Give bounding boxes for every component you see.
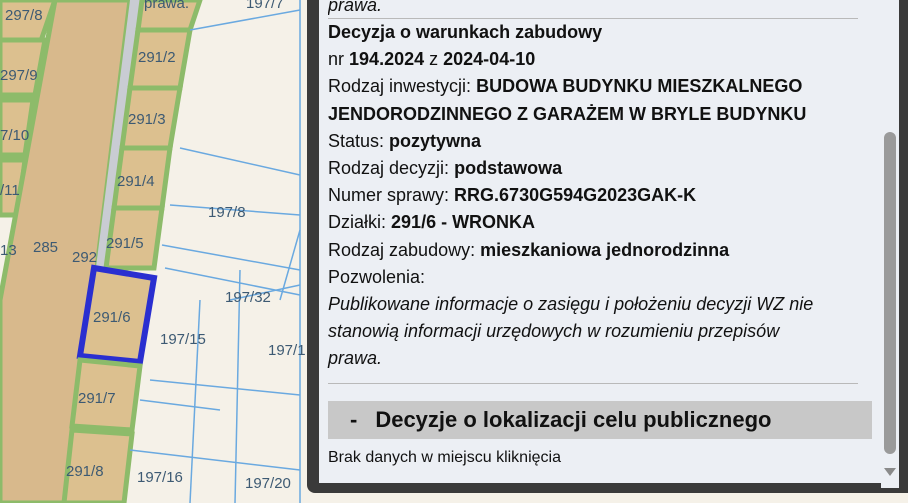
parcel-label: 291/8: [66, 463, 104, 480]
case-number: Numer sprawy: RRG.6730G594G2023GAK-K: [328, 182, 858, 209]
popup-scrollbar[interactable]: [881, 0, 899, 488]
investment-label: Rodzaj inwestycji:: [328, 76, 472, 97]
parcel-label: 197/7: [246, 0, 284, 12]
decision-type-label: Rodzaj decyzji:: [328, 158, 450, 179]
scroll-down-arrow-icon[interactable]: [884, 468, 896, 476]
parcel-label: 197/1: [268, 342, 306, 359]
decision-type: Rodzaj decyzji: podstawowa: [328, 155, 858, 182]
info-popup: prawa. Decyzja o warunkach zabudowy nr 1…: [307, 0, 908, 493]
investment-value: BUDOWA BUDYNKU MIESZKALNEGO: [476, 76, 803, 97]
z-label: z: [429, 49, 439, 70]
parcel-label: 291/7: [78, 390, 116, 407]
parcel-label: 291/5: [106, 235, 144, 252]
section-toggle-public-purpose[interactable]: - Decyzje o lokalizacji celu publicznego: [328, 401, 872, 439]
case-value: RRG.6730G594G2023GAK-K: [454, 185, 697, 206]
top-fragment: prawa.: [328, 0, 858, 18]
nr-label: nr: [328, 49, 345, 70]
parcel-label: 292: [72, 249, 97, 266]
parcel-label: 197/15: [160, 331, 206, 348]
parcel-label: 291/6: [93, 309, 131, 326]
parcel-label: 291/4: [117, 173, 155, 190]
building-type: Rodzaj zabudowy: mieszkaniowa jednorodzi…: [328, 237, 858, 264]
disclaimer: Publikowane informacje o zasięgu i położ…: [328, 294, 814, 315]
parcel-label: 297/8: [5, 7, 43, 24]
date-value: 2024-04-10: [443, 49, 536, 70]
parcel-label: 297/9: [0, 67, 38, 84]
case-label: Numer sprawy:: [328, 185, 450, 206]
decision-type-value: podstawowa: [454, 158, 563, 179]
section-title: Decyzje o lokalizacji celu publicznego: [375, 407, 772, 432]
parcel-label: 285: [33, 239, 58, 256]
status-label: Status:: [328, 130, 385, 151]
parcel-label: 197/32: [225, 289, 271, 306]
parcel-label: 291/2: [138, 49, 176, 66]
building-value: mieszkaniowa jednorodzinna: [480, 239, 730, 260]
parcel-label: prawa.: [144, 0, 189, 12]
status-value: pozytywna: [389, 130, 482, 151]
scrollbar-thumb[interactable]: [884, 132, 896, 454]
top-fragment-text: prawa.: [328, 0, 383, 15]
status: Status: pozytywna: [328, 128, 858, 155]
parcel-label: 13: [0, 242, 17, 259]
decision-details: prawa. Decyzja o warunkach zabudowy nr 1…: [328, 0, 858, 384]
permits: Pozwolenia:: [328, 264, 858, 291]
decision-title: Decyzja o warunkach zabudowy: [328, 19, 858, 46]
plots-value: 291/6 - WRONKA: [391, 212, 536, 233]
decision-number: nr 194.2024 z 2024-04-10: [328, 46, 858, 73]
plots-label: Działki:: [328, 212, 387, 233]
decision-title-text: Decyzja o warunkach zabudowy: [328, 22, 603, 42]
plots: Działki: 291/6 - WRONKA: [328, 209, 858, 236]
disclaimer: prawa.: [328, 348, 383, 369]
investment-type-cont: JENDORODZINNEGO Z GARAŻEM W BRYLE BUDYNK…: [328, 101, 858, 128]
divider: [328, 382, 858, 384]
parcel-label: 197/20: [245, 475, 291, 492]
permits-label: Pozwolenia:: [328, 266, 426, 287]
investment-value-cont: JENDORODZINNEGO Z GARAŻEM W BRYLE BUDYNK…: [328, 103, 807, 124]
parcel-label: 197/16: [137, 469, 183, 486]
parcel-label: 197/8: [208, 204, 246, 221]
investment-type: Rodzaj inwestycji: BUDOWA BUDYNKU MIESZK…: [328, 73, 858, 100]
no-data-message: Brak danych w miejscu kliknięcia: [328, 449, 561, 466]
collapse-icon: -: [350, 407, 358, 432]
parcel-label: /11: [0, 182, 20, 199]
parcel-label: 7/10: [0, 127, 29, 144]
nr-value: 194.2024: [349, 49, 425, 70]
building-label: Rodzaj zabudowy:: [328, 239, 476, 260]
parcel-label: 291/3: [128, 111, 166, 128]
popup-content-area: prawa. Decyzja o warunkach zabudowy nr 1…: [319, 0, 881, 483]
disclaimer: stanowią informacji urzędowych w rozumie…: [328, 321, 780, 342]
